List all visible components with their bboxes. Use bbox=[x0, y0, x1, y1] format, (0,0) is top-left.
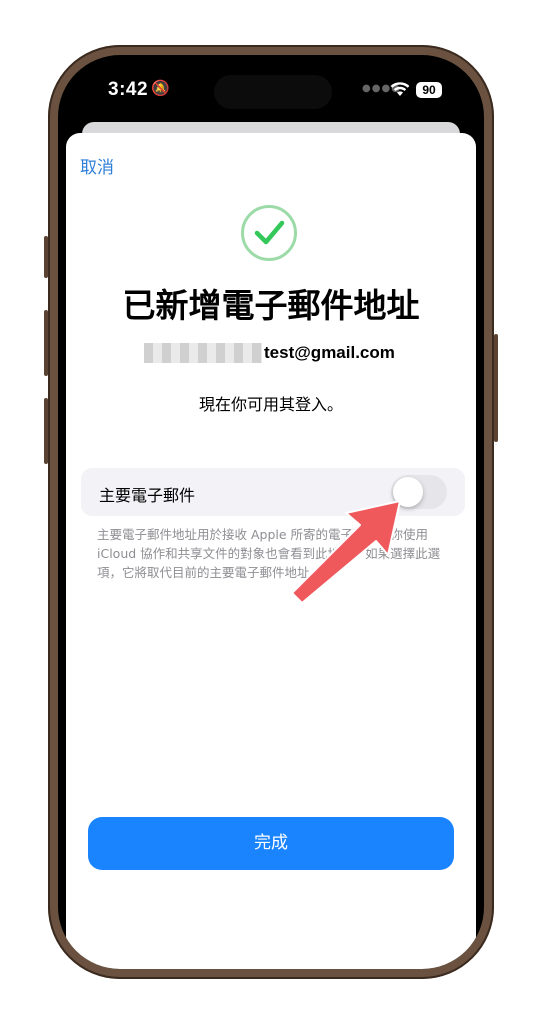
silent-bell-icon: 🔕 bbox=[151, 79, 170, 97]
redacted-email-prefix bbox=[144, 343, 262, 363]
screen: 3:42 🔕 ●●●● 90 取消 已新增電子郵件地址 test@gmail.c… bbox=[58, 55, 484, 969]
action-button bbox=[44, 236, 48, 278]
status-time: 3:42 bbox=[108, 79, 149, 100]
annotation-arrow-icon bbox=[291, 500, 401, 604]
primary-email-label: 主要電子郵件 bbox=[99, 486, 196, 505]
power-button bbox=[494, 334, 498, 442]
done-button[interactable]: 完成 bbox=[88, 817, 454, 870]
cancel-button[interactable]: 取消 bbox=[80, 153, 114, 178]
battery-indicator: 90 bbox=[416, 82, 442, 98]
volume-up-button bbox=[44, 310, 48, 376]
dynamic-island bbox=[214, 75, 332, 109]
page-title: 已新增電子郵件地址 bbox=[122, 286, 420, 325]
email-suffix: test@gmail.com bbox=[264, 343, 395, 362]
status-bar: 3:42 🔕 ●●●● 90 bbox=[58, 55, 484, 125]
email-added-sheet: 取消 已新增電子郵件地址 test@gmail.com 現在你可用其登入。 主要… bbox=[66, 133, 476, 969]
success-checkmark-icon bbox=[241, 205, 297, 261]
email-address: test@gmail.com bbox=[144, 341, 395, 365]
volume-down-button bbox=[44, 398, 48, 464]
wifi-icon bbox=[390, 81, 410, 101]
sign-in-message: 現在你可用其登入。 bbox=[198, 395, 343, 414]
